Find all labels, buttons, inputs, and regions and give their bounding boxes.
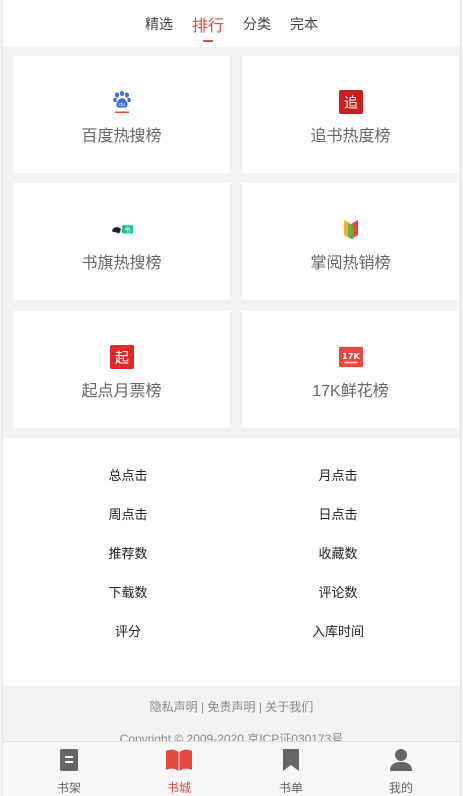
privacy-link[interactable]: 隐私声明: [150, 700, 198, 714]
bottom-nav: 书架 书城 书单 我的: [3, 741, 460, 796]
ranking-label: 书旗热搜榜: [81, 255, 162, 272]
sort-total-clicks[interactable]: 总点击: [68, 465, 188, 484]
sort-added-time[interactable]: 入库时间: [278, 621, 398, 640]
ranking-card-qidian[interactable]: 起 起点月票榜: [13, 311, 230, 428]
tab-category[interactable]: 分类: [243, 14, 271, 34]
open-book-icon: [166, 749, 192, 771]
ranking-label: 百度热搜榜: [81, 128, 162, 145]
nav-label: 我的: [388, 781, 413, 795]
separator: |: [255, 700, 266, 714]
top-tabs: 精选 排行 分类 完本: [3, 0, 460, 47]
sort-options: 总点击 月点击 周点击 日点击 推荐数 收藏数 下载数 评论数 评分 入库时间: [3, 438, 460, 686]
sort-rating[interactable]: 评分: [68, 621, 188, 640]
sort-monthly-clicks[interactable]: 月点击: [278, 465, 398, 484]
qidian-icon-text: 起: [115, 351, 129, 367]
nav-bookstore[interactable]: 书城: [149, 748, 209, 796]
ranking-card-shuqi[interactable]: 书 书旗热搜榜: [13, 183, 230, 300]
17k-icon: 17K: [338, 345, 363, 369]
ranking-label: 起点月票榜: [81, 383, 162, 400]
disclaimer-link[interactable]: 免责声明: [207, 700, 255, 714]
sort-favorites[interactable]: 收藏数: [278, 543, 398, 562]
tab-ranking[interactable]: 排行: [192, 12, 224, 36]
qidian-icon: 起: [109, 345, 134, 369]
17k-icon-text: 17K: [342, 351, 361, 361]
svg-text:du: du: [118, 102, 124, 108]
baidu-paw-icon: du: [110, 90, 134, 114]
svg-text:书: 书: [124, 225, 131, 234]
separator: |: [197, 700, 208, 714]
nav-label: 书架: [56, 781, 81, 795]
ranking-label: 追书热度榜: [310, 128, 391, 145]
sort-recommendations[interactable]: 推荐数: [68, 543, 188, 562]
ranking-label: 掌阅热销榜: [310, 255, 391, 272]
shuqi-icon: 书: [110, 217, 134, 241]
sort-weekly-clicks[interactable]: 周点击: [68, 504, 188, 523]
sort-daily-clicks[interactable]: 日点击: [278, 504, 398, 523]
nav-bookshelf[interactable]: 书架: [39, 748, 99, 796]
ranking-label: 17K鲜花榜: [312, 383, 389, 400]
sort-comments[interactable]: 评论数: [278, 582, 398, 601]
tab-featured[interactable]: 精选: [145, 14, 173, 34]
about-link[interactable]: 关于我们: [265, 700, 313, 714]
zhuishu-icon-text: 追: [344, 96, 358, 112]
tab-completed[interactable]: 完本: [290, 14, 318, 34]
nav-booklist[interactable]: 书单: [261, 748, 321, 796]
sort-downloads[interactable]: 下载数: [68, 582, 188, 601]
zhuishu-icon: 追: [338, 90, 363, 114]
footer: 隐私声明 | 免责声明 | 关于我们 Copyright © 2009-2020…: [3, 686, 460, 746]
zhangyue-icon: [339, 217, 363, 241]
user-icon: [390, 749, 412, 771]
bookmark-icon: [283, 749, 299, 771]
bookshelf-icon: [60, 749, 78, 771]
nav-label: 书单: [278, 781, 303, 795]
ranking-card-baidu[interactable]: du 百度热搜榜: [13, 56, 230, 173]
nav-label: 书城: [166, 781, 191, 795]
ranking-card-17k[interactable]: 17K 17K鲜花榜: [242, 311, 459, 428]
nav-profile[interactable]: 我的: [371, 748, 431, 796]
app-frame: 精选 排行 分类 完本 du 百度热搜榜 追 追书热度榜 书 书旗热搜榜 掌阅热…: [2, 0, 461, 796]
ranking-card-zhangyue[interactable]: 掌阅热销榜: [242, 183, 459, 300]
ranking-card-zhuishu[interactable]: 追 追书热度榜: [242, 56, 459, 173]
footer-links: 隐私声明 | 免责声明 | 关于我们: [3, 698, 460, 715]
